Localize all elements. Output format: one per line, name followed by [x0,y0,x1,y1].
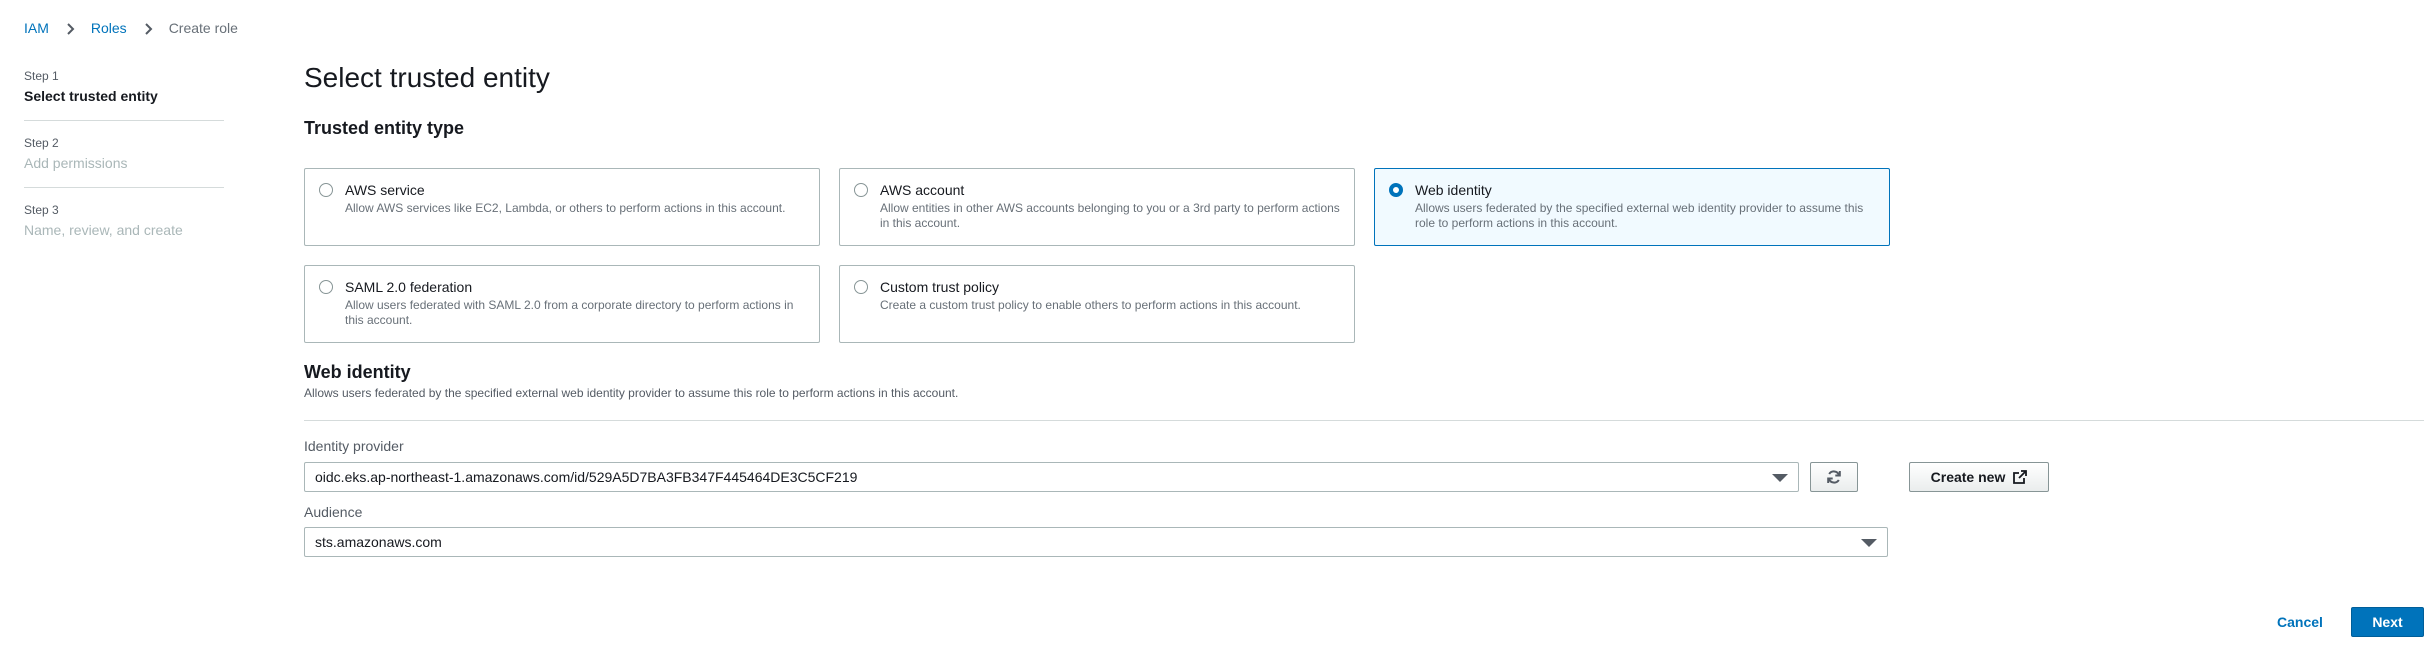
identity-provider-label: Identity provider [304,438,404,454]
external-link-icon [2013,470,2028,484]
step-title: Add permissions [24,155,128,171]
chevron-right-icon [144,23,153,35]
step-number: Step 1 [24,69,59,83]
radio-aws-account[interactable] [854,183,868,197]
tile-web-identity[interactable]: Web identity Allows users federated by t… [1374,168,1890,246]
tile-description: Allow entities in other AWS accounts bel… [880,201,1340,230]
tile-aws-service[interactable]: AWS service Allow AWS services like EC2,… [304,168,820,246]
tile-description: Allows users federated by the specified … [1415,201,1864,230]
step-1: Step 1 Select trusted entity [24,68,224,121]
breadcrumb-current: Create role [168,20,238,36]
breadcrumb-roles-link[interactable]: Roles [91,20,127,36]
web-identity-description: Allows users federated by the specified … [304,386,959,400]
tile-saml-federation[interactable]: SAML 2.0 federation Allow users federate… [304,265,820,343]
breadcrumb: IAM Roles Create role [24,20,238,36]
refresh-button[interactable] [1810,462,1858,492]
identity-provider-select[interactable]: oidc.eks.ap-northeast-1.amazonaws.com/id… [304,462,1799,492]
chevron-right-icon [67,23,75,35]
tile-description: Create a custom trust policy to enable o… [880,298,1301,312]
caret-down-icon [1772,474,1788,482]
radio-saml-federation[interactable] [319,280,333,294]
step-3: Step 3 Name, review, and create [24,202,224,254]
step-2: Step 2 Add permissions [24,135,224,188]
tile-custom-trust-policy[interactable]: Custom trust policy Create a custom trus… [839,265,1355,343]
section-divider [304,420,2424,421]
identity-provider-value: oidc.eks.ap-northeast-1.amazonaws.com/id… [315,469,858,485]
tile-description: Allow AWS services like EC2, Lambda, or … [345,201,786,215]
radio-web-identity[interactable] [1389,183,1403,197]
audience-value: sts.amazonaws.com [315,534,442,550]
tile-label: Custom trust policy [880,279,1000,295]
tile-aws-account[interactable]: AWS account Allow entities in other AWS … [839,168,1355,246]
cancel-button[interactable]: Cancel [2260,607,2340,637]
next-button[interactable]: Next [2351,607,2424,637]
tile-label: AWS account [880,182,965,198]
refresh-icon [1827,470,1841,484]
tile-label: SAML 2.0 federation [345,279,473,295]
radio-aws-service[interactable] [319,183,333,197]
audience-label: Audience [304,504,363,520]
wizard-steps: Step 1 Select trusted entity Step 2 Add … [24,68,224,268]
radio-custom-trust-policy[interactable] [854,280,868,294]
audience-select[interactable]: sts.amazonaws.com [304,527,1888,557]
web-identity-heading: Web identity [304,362,411,382]
breadcrumb-iam-link[interactable]: IAM [24,20,49,36]
create-new-button[interactable]: Create new [1909,462,2049,492]
tile-label: Web identity [1415,182,1492,198]
tile-label: AWS service [345,182,425,198]
create-new-label: Create new [1930,469,2006,485]
step-number: Step 3 [24,203,59,217]
tile-description: Allow users federated with SAML 2.0 from… [345,298,794,327]
step-title: Select trusted entity [24,88,158,104]
step-number: Step 2 [24,136,59,150]
trusted-entity-type-heading: Trusted entity type [304,118,465,138]
page-title: Select trusted entity [304,62,550,93]
step-title: Name, review, and create [24,222,183,238]
caret-down-icon [1861,539,1877,547]
